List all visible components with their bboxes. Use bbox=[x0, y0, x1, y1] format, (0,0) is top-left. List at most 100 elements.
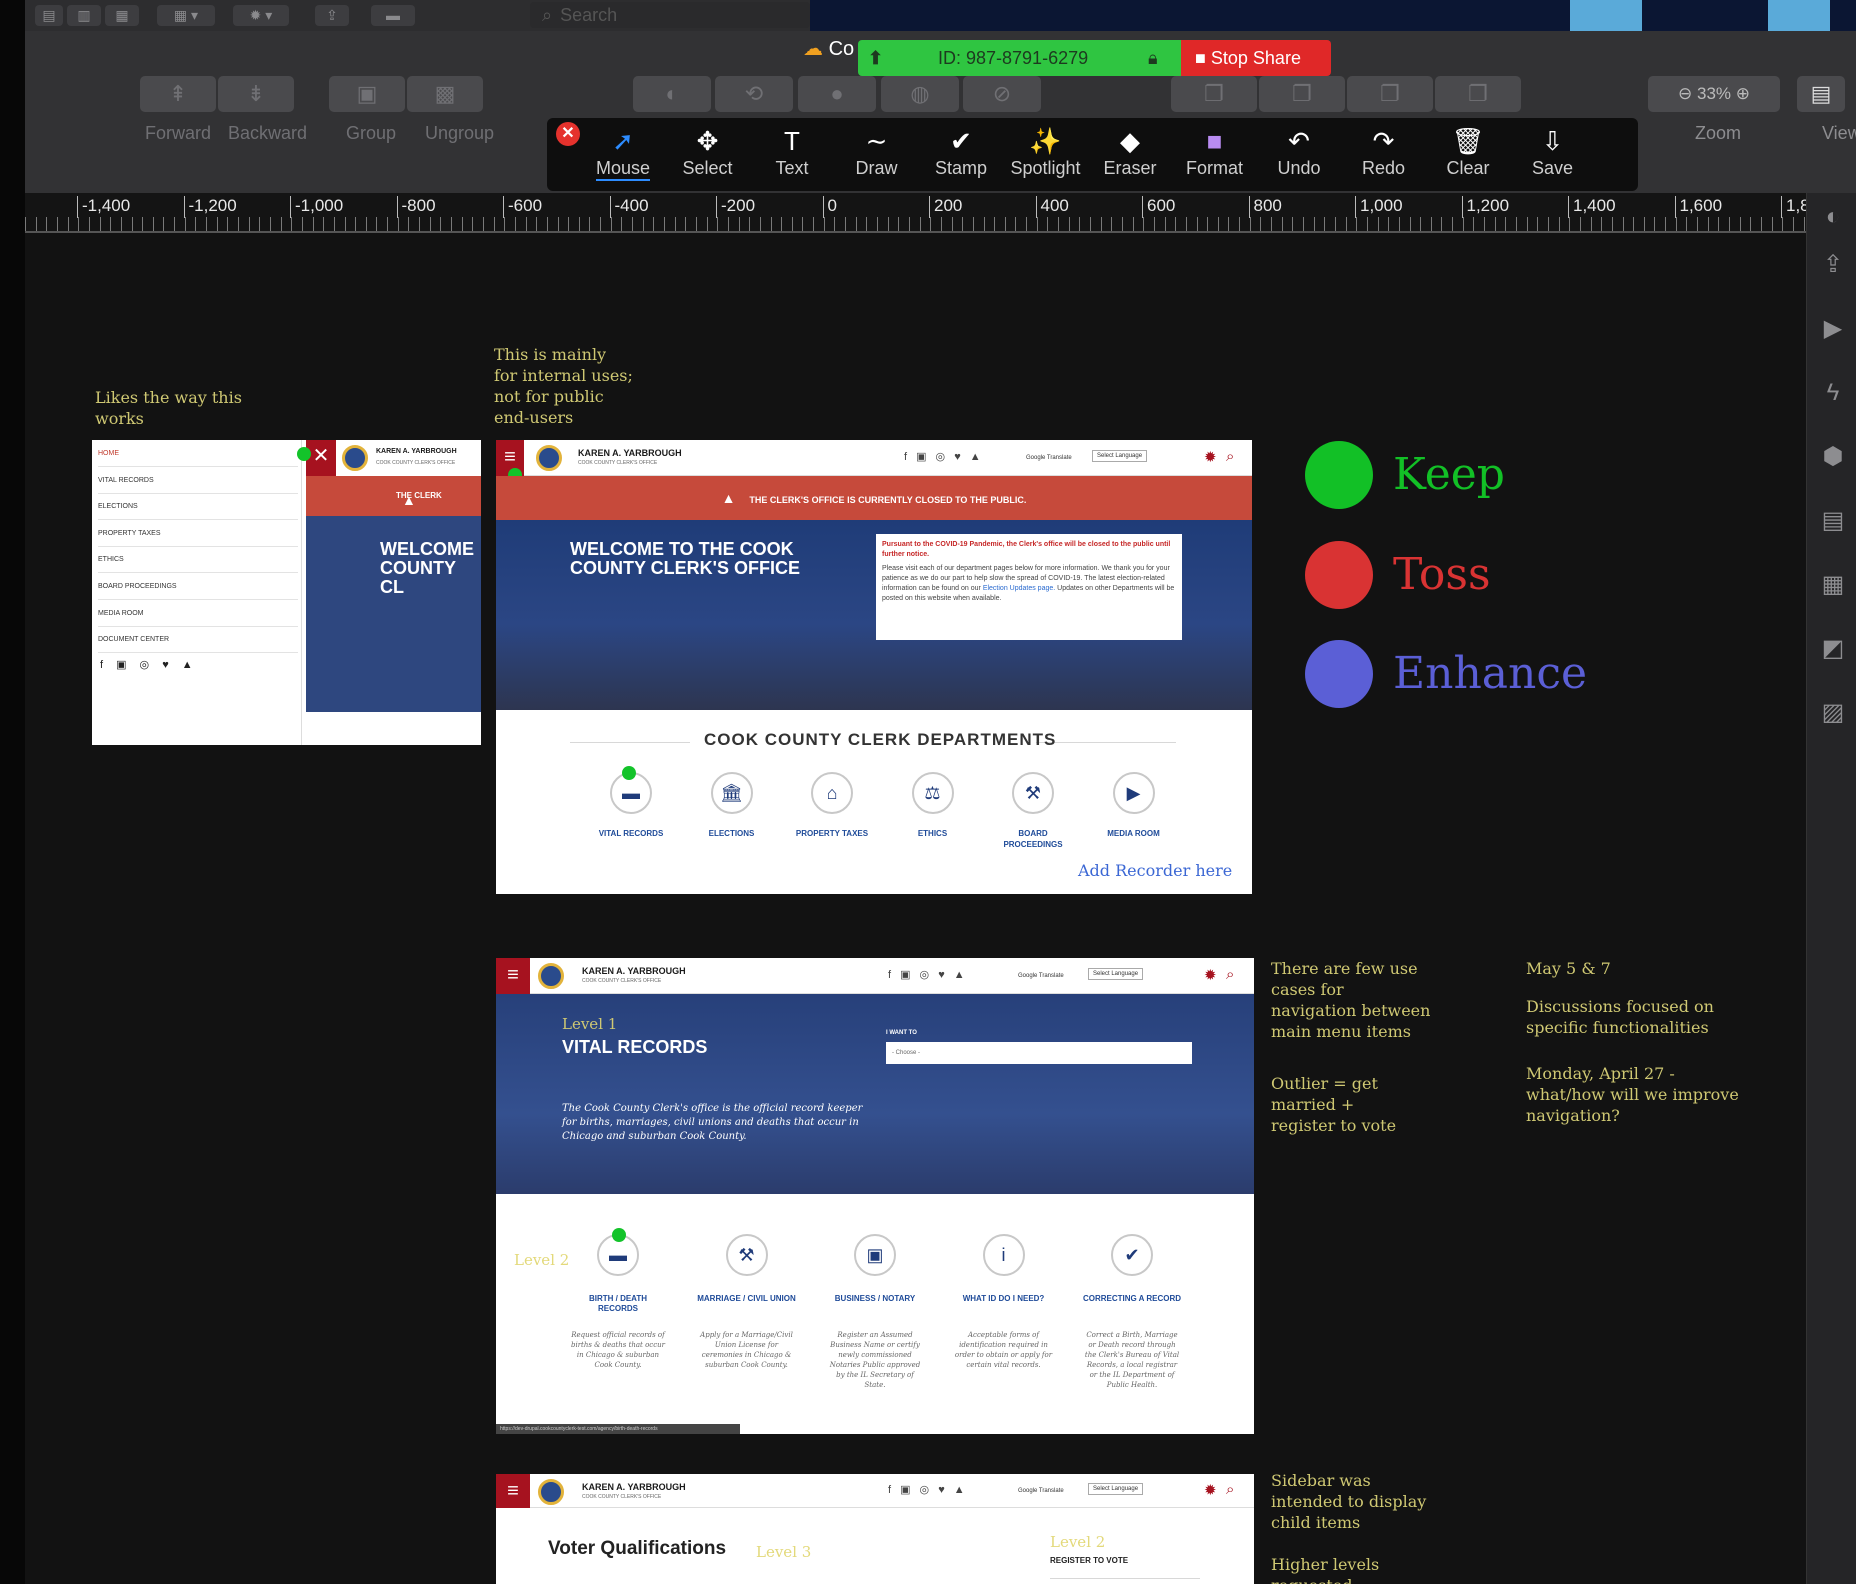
arrange-backward-button[interactable]: ❐ bbox=[1347, 76, 1433, 112]
department-link[interactable]: PROPERTY TAXES bbox=[792, 828, 872, 839]
check-icon[interactable]: ✔ bbox=[1111, 1234, 1153, 1276]
play-icon[interactable]: ▶ bbox=[1819, 315, 1847, 343]
social-icons[interactable]: f ▣ ◎ ♥ ▲ bbox=[888, 968, 968, 981]
menu-item[interactable]: PROPERTY TAXES bbox=[98, 520, 298, 547]
house-icon[interactable]: ⌂ bbox=[811, 772, 853, 814]
zoom-out-icon[interactable]: ⊖ bbox=[1678, 84, 1692, 103]
building-icon[interactable]: 🏛︎ bbox=[710, 772, 753, 814]
forward-button[interactable]: ⇞ bbox=[140, 76, 216, 112]
arrange-forward-button[interactable]: ❐ bbox=[1259, 76, 1345, 112]
register-to-vote-link[interactable]: REGISTER TO VOTE bbox=[1050, 1556, 1128, 1565]
gear-icon[interactable]: ✹ bbox=[1204, 1481, 1217, 1499]
meeting-id-pill[interactable]: ⬆ ID: 987-8791-6279 🔒︎ bbox=[858, 40, 1181, 76]
add-image-icon[interactable]: ▨ bbox=[1819, 699, 1847, 727]
zoom-in-icon[interactable]: ⊕ bbox=[1736, 84, 1750, 103]
tool-select[interactable]: ✥ Select bbox=[668, 120, 748, 193]
style-button[interactable]: ⊘ bbox=[963, 76, 1041, 112]
close-menu-icon[interactable]: ✕ bbox=[306, 440, 336, 476]
scales-icon[interactable]: ⚖︎ bbox=[911, 772, 954, 814]
tool-draw[interactable]: ∼ Draw bbox=[837, 120, 917, 193]
gavel-icon[interactable]: ⚒︎ bbox=[1012, 772, 1054, 814]
search-icon[interactable]: ⌕ bbox=[1226, 966, 1234, 983]
close-annotation-icon[interactable]: ✕ bbox=[556, 122, 580, 146]
menu-item[interactable]: VITAL RECORDS bbox=[98, 467, 298, 494]
tool-mouse[interactable]: ➚ Mouse bbox=[583, 120, 663, 193]
gavel-icon[interactable]: ⚒︎ bbox=[725, 1234, 768, 1276]
language-select[interactable]: Select Language bbox=[1088, 968, 1144, 980]
settings-dropdown-icon[interactable]: ✹ ▾ bbox=[233, 5, 289, 26]
language-select[interactable]: Select Language bbox=[1088, 1483, 1144, 1495]
menu-icon[interactable]: ≡ bbox=[496, 958, 530, 994]
election-updates-link[interactable]: Election Updates page. bbox=[983, 585, 1055, 592]
image-edit-icon[interactable]: ◩ bbox=[1819, 635, 1847, 663]
slides-icon[interactable]: ▦ bbox=[105, 5, 139, 26]
ruler-tick bbox=[1249, 217, 1251, 231]
social-icons[interactable]: f ▣ ◎ ♥ ▲ bbox=[904, 450, 984, 463]
menu-item[interactable]: ETHICS bbox=[98, 546, 298, 574]
video-icon[interactable]: ▶ bbox=[1112, 772, 1155, 814]
share-icon[interactable]: ⇪ bbox=[315, 5, 349, 26]
arrange-front-button[interactable]: ❐ bbox=[1171, 76, 1257, 112]
arrange-back-button[interactable]: ❐ bbox=[1435, 76, 1521, 112]
share-icon[interactable]: ⇪ bbox=[1819, 251, 1847, 279]
menu-item[interactable]: ELECTIONS bbox=[98, 493, 298, 521]
search-field[interactable]: ⌕ Search bbox=[530, 2, 810, 28]
social-icons[interactable]: f ▣ ◎ ♥ ▲ bbox=[888, 1483, 968, 1496]
search-icon[interactable]: ⌕ bbox=[1226, 1481, 1234, 1498]
service-title[interactable]: BUSINESS / NOTARY bbox=[825, 1294, 925, 1304]
mask-button[interactable]: ● bbox=[798, 76, 876, 112]
tool-save[interactable]: ⇩ Save bbox=[1513, 120, 1593, 193]
backward-button[interactable]: ⇟ bbox=[218, 76, 294, 112]
service-title[interactable]: WHAT ID DO I NEED? bbox=[954, 1294, 1054, 1304]
department-link[interactable]: ELECTIONS bbox=[692, 828, 772, 839]
columns-icon[interactable]: ▥ bbox=[67, 5, 101, 26]
menu-icon[interactable]: ≡ bbox=[496, 1474, 530, 1508]
menu-item[interactable]: HOME bbox=[98, 440, 298, 467]
effects-button[interactable]: ◍ bbox=[881, 76, 959, 112]
zoom-control[interactable]: ⊖ 33% ⊕ bbox=[1648, 76, 1780, 112]
tool-redo[interactable]: ↷ Redo bbox=[1344, 120, 1424, 193]
department-link[interactable]: BOARD PROCEEDINGS bbox=[993, 828, 1073, 850]
language-select[interactable]: Select Language bbox=[1092, 450, 1148, 462]
lightning-icon[interactable]: ϟ bbox=[1819, 379, 1847, 407]
format-icon[interactable]: ◐ bbox=[1819, 203, 1847, 231]
tool-format[interactable]: ■ Format bbox=[1175, 120, 1255, 193]
tool-stamp[interactable]: ✔ Stamp bbox=[921, 120, 1001, 193]
department-link[interactable]: ETHICS bbox=[893, 828, 973, 839]
tool-spotlight[interactable]: ✨ Spotlight bbox=[1006, 120, 1086, 193]
sidebar-toggle-icon[interactable]: ▤ bbox=[35, 5, 63, 26]
document-icon[interactable]: ▤ bbox=[1819, 507, 1847, 535]
menu-item[interactable]: DOCUMENT CENTER bbox=[98, 626, 298, 654]
menu-item[interactable]: MEDIA ROOM bbox=[98, 600, 298, 627]
service-title[interactable]: CORRECTING A RECORD bbox=[1082, 1294, 1182, 1304]
note-few-use-cases: There are few use cases for navigation b… bbox=[1271, 959, 1431, 1041]
tool-undo[interactable]: ↶ Undo bbox=[1259, 120, 1339, 193]
info-icon[interactable]: i bbox=[982, 1234, 1025, 1276]
tool-text[interactable]: T Text bbox=[752, 120, 832, 193]
service-title[interactable]: MARRIAGE / CIVIL UNION bbox=[697, 1294, 797, 1304]
rotate-button[interactable]: ⟲ bbox=[715, 76, 793, 112]
view-button[interactable]: ▤ bbox=[1797, 76, 1845, 112]
ungroup-button[interactable]: ▩ bbox=[407, 76, 483, 112]
ruler-tick bbox=[461, 217, 463, 231]
gear-icon[interactable]: ✹ bbox=[1204, 448, 1217, 466]
ruler-tick bbox=[525, 217, 527, 231]
tag-icon[interactable]: ▬ bbox=[371, 5, 415, 26]
hexagon-icon[interactable]: ⬢ bbox=[1819, 443, 1847, 471]
tool-eraser[interactable]: ◆ Eraser bbox=[1090, 120, 1170, 193]
grid-dropdown-icon[interactable]: ▦ ▾ bbox=[157, 5, 215, 26]
stop-share-button[interactable]: ■ Stop Share bbox=[1181, 40, 1331, 76]
tool-clear[interactable]: 🗑︎ Clear bbox=[1428, 120, 1508, 193]
briefcase-icon[interactable]: ▣ bbox=[854, 1234, 896, 1276]
arrange-icon[interactable]: ▦ bbox=[1819, 571, 1847, 599]
ruler-tick bbox=[1260, 217, 1262, 231]
gear-icon[interactable]: ✹ bbox=[1204, 966, 1217, 984]
department-link[interactable]: VITAL RECORDS bbox=[591, 828, 671, 839]
menu-item[interactable]: BOARD PROCEEDINGS bbox=[98, 573, 298, 600]
i-want-to-select[interactable]: - Choose - bbox=[886, 1042, 1192, 1064]
search-icon[interactable]: ⌕ bbox=[1226, 448, 1234, 465]
service-title[interactable]: BIRTH / DEATH RECORDS bbox=[568, 1294, 668, 1314]
group-button[interactable]: ▣ bbox=[329, 76, 405, 112]
shape-button[interactable]: ◐ bbox=[633, 76, 711, 112]
department-link[interactable]: MEDIA ROOM bbox=[1094, 828, 1174, 839]
